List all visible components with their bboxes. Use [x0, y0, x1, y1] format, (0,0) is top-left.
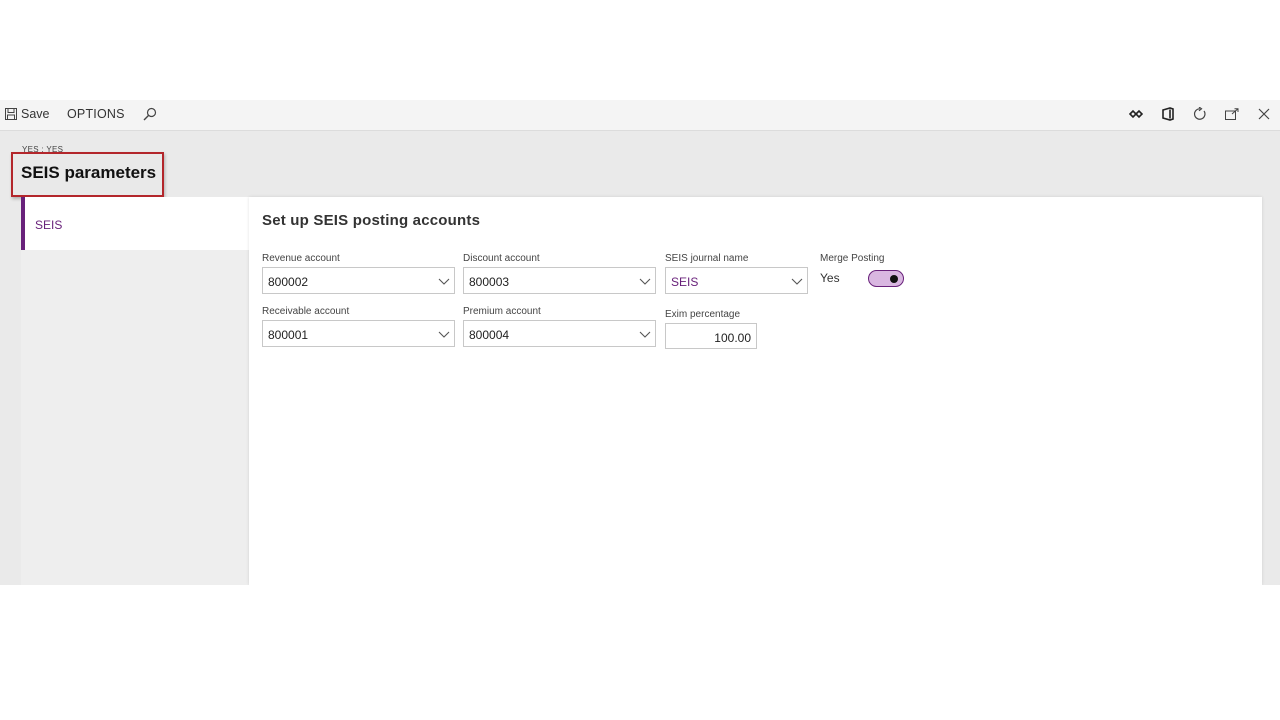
app-window: Save OPTIONS YES: YES SEIS parameters S…: [0, 100, 1280, 585]
receivable-account-value: 800001: [268, 328, 309, 342]
revenue-account-combobox[interactable]: 800002: [262, 267, 455, 294]
section-title: Set up SEIS posting accounts: [262, 212, 481, 229]
save-button[interactable]: Save: [5, 100, 50, 128]
receivable-account-field: Receivable account 800001: [262, 306, 455, 347]
search-button[interactable]: [143, 100, 157, 128]
discount-account-label: Discount account: [463, 253, 540, 264]
refresh-button[interactable]: [1190, 104, 1210, 124]
discount-account-value: 800003: [469, 275, 510, 289]
tab-seis[interactable]: SEIS: [21, 197, 249, 250]
merge-posting-toggle[interactable]: [868, 269, 904, 287]
exim-percentage-input[interactable]: 100.00: [665, 323, 757, 349]
seis-journal-name-label: SEIS journal name: [665, 253, 749, 264]
premium-account-label: Premium account: [463, 306, 541, 317]
tab-list: SEIS: [21, 197, 249, 585]
connect-button[interactable]: [1126, 104, 1146, 124]
connect-icon: [1129, 109, 1143, 119]
office-icon: [1162, 107, 1174, 121]
search-icon: [143, 107, 157, 121]
options-tab[interactable]: OPTIONS: [67, 100, 125, 128]
save-icon: [5, 108, 17, 120]
close-button[interactable]: [1254, 104, 1274, 124]
chevron-down-icon[interactable]: [639, 328, 651, 340]
action-pane: Save OPTIONS: [0, 100, 1280, 131]
premium-account-value: 800004: [469, 328, 510, 342]
merge-posting-state: Yes: [820, 271, 840, 285]
close-icon: [1258, 108, 1270, 120]
seis-journal-name-combobox[interactable]: SEIS: [665, 267, 808, 294]
discount-account-combobox[interactable]: 800003: [463, 267, 656, 294]
save-label: Save: [21, 107, 50, 121]
refresh-icon: [1194, 107, 1206, 120]
chevron-down-icon[interactable]: [639, 275, 651, 287]
seis-journal-name-field: SEIS journal name SEIS: [665, 253, 808, 294]
merge-posting-field: Merge Posting Yes: [820, 253, 904, 289]
exim-percentage-value: 100.00: [714, 331, 751, 345]
receivable-account-combobox[interactable]: 800001: [262, 320, 455, 347]
open-new-window-icon: [1225, 108, 1239, 120]
revenue-account-value: 800002: [268, 275, 309, 289]
options-label: OPTIONS: [67, 107, 125, 121]
discount-account-field: Discount account 800003: [463, 253, 656, 294]
chevron-down-icon[interactable]: [438, 328, 450, 340]
window-controls: [1114, 100, 1274, 128]
revenue-account-label: Revenue account: [262, 253, 340, 264]
receivable-account-label: Receivable account: [262, 306, 350, 317]
premium-account-field: Premium account 800004: [463, 306, 656, 347]
exim-percentage-field: Exim percentage 100.00: [665, 309, 757, 349]
page-title-highlight: SEIS parameters: [11, 152, 164, 197]
office-button[interactable]: [1158, 104, 1178, 124]
chevron-down-icon[interactable]: [438, 275, 450, 287]
chevron-down-icon[interactable]: [791, 275, 803, 287]
tab-page-seis: Set up SEIS posting accounts Revenue acc…: [249, 197, 1262, 585]
merge-posting-label: Merge Posting: [820, 253, 885, 264]
open-new-window-button[interactable]: [1222, 104, 1242, 124]
revenue-account-field: Revenue account 800002: [262, 253, 455, 294]
seis-journal-name-value: SEIS: [671, 275, 699, 289]
tab-seis-label: SEIS: [35, 218, 63, 232]
page-title: SEIS parameters: [21, 163, 157, 182]
toggle-knob: [890, 274, 898, 283]
premium-account-combobox[interactable]: 800004: [463, 320, 656, 347]
exim-percentage-label: Exim percentage: [665, 309, 741, 320]
